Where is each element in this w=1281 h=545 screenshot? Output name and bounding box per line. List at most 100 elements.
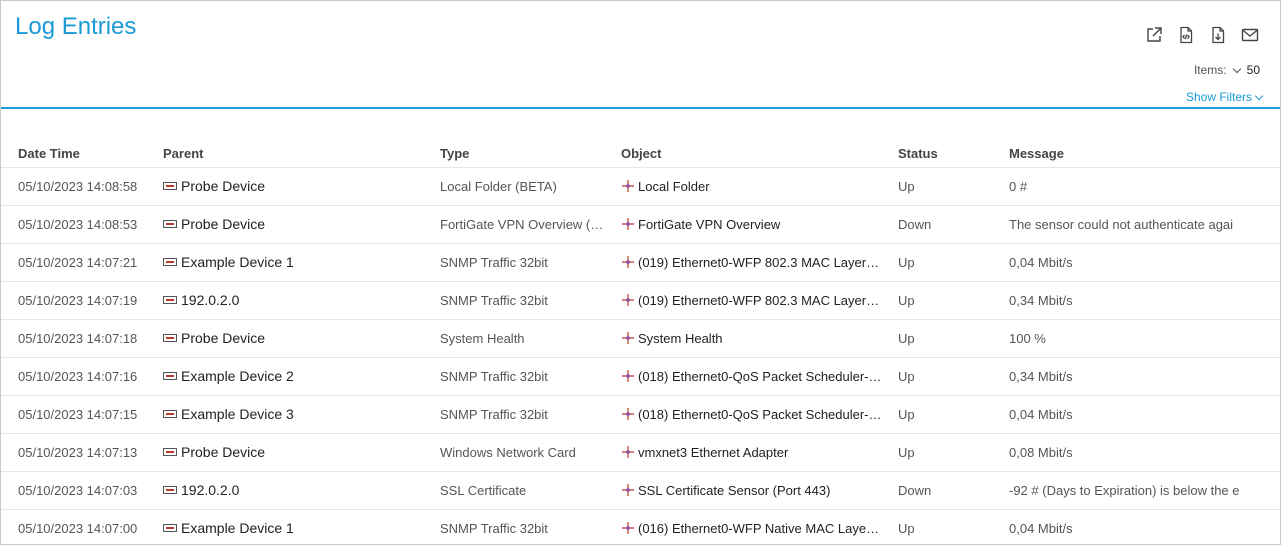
object-link[interactable]: SSL Certificate Sensor (Port 443) [638,483,830,498]
cell-object[interactable]: System Health [621,319,898,358]
parent-link[interactable]: Probe Device [181,330,265,346]
object-link[interactable]: (018) Ethernet0-QoS Packet Scheduler-… [638,369,882,384]
table-row[interactable]: 05/10/2023 14:07:13 Probe Device Windows N… [1,433,1280,472]
object-link[interactable]: (016) Ethernet0-WFP Native MAC Layer… [638,521,883,536]
cell-object[interactable]: (019) Ethernet0-WFP 802.3 MAC Layer … [621,281,898,320]
cell-message: 0,34 Mbit/s [1009,357,1280,396]
cell-object[interactable]: (018) Ethernet0-QoS Packet Scheduler-… [621,395,898,434]
sensor-icon [621,407,635,421]
device-icon [163,372,177,380]
cell-type: SNMP Traffic 32bit [440,509,621,544]
column-header-status[interactable]: Status [898,137,1009,168]
chevron-down-icon [1254,91,1264,100]
table-row[interactable]: 05/10/2023 14:07:15 Example Device 3 SNMP … [1,395,1280,434]
table-row[interactable]: 05/10/2023 14:07:19 192.0.2.0 SNMP Traffic… [1,281,1280,320]
page-title: Log Entries [15,13,137,40]
cell-parent[interactable]: Probe Device [163,433,440,472]
table-header-row: Date Time Parent Type Object Status Mess… [1,137,1280,168]
cell-status: Up [898,281,1009,320]
cell-parent[interactable]: Probe Device [163,167,440,206]
table-row[interactable]: 05/10/2023 14:07:21 Example Device 1 SNMP … [1,243,1280,282]
cell-status: Up [898,433,1009,472]
cell-object[interactable]: SSL Certificate Sensor (Port 443) [621,471,898,510]
cell-parent[interactable]: 192.0.2.0 [163,471,440,510]
cell-object[interactable]: FortiGate VPN Overview [621,205,898,244]
object-link[interactable]: vmxnet3 Ethernet Adapter [638,445,788,460]
show-filters-button[interactable]: Show Filters [1186,90,1264,104]
toolbar [1144,25,1260,45]
cell-message: 0,08 Mbit/s [1009,433,1280,472]
cell-datetime: 05/10/2023 14:07:18 [1,319,163,358]
sensor-icon [621,217,635,231]
device-icon [163,182,177,190]
parent-link[interactable]: 192.0.2.0 [181,482,239,498]
items-per-page[interactable]: Items: 50 [1194,63,1260,77]
cell-object[interactable]: Local Folder [621,167,898,206]
chevron-down-icon[interactable] [1232,64,1241,73]
parent-link[interactable]: Probe Device [181,444,265,460]
cell-status: Down [898,205,1009,244]
table-row[interactable]: 05/10/2023 14:07:16 Example Device 2 SNMP … [1,357,1280,396]
device-icon [163,258,177,266]
cell-object[interactable]: (018) Ethernet0-QoS Packet Scheduler-… [621,357,898,396]
table-row[interactable]: 05/10/2023 14:08:58 Probe Device Local Fol… [1,167,1280,206]
parent-link[interactable]: Probe Device [181,216,265,232]
column-header-datetime[interactable]: Date Time [1,137,163,168]
cell-message: 0,04 Mbit/s [1009,395,1280,434]
cell-message: 0,34 Mbit/s [1009,281,1280,320]
cell-object[interactable]: (016) Ethernet0-WFP Native MAC Layer… [621,509,898,544]
sensor-icon [621,521,635,535]
parent-link[interactable]: Example Device 3 [181,406,294,422]
cell-type: SSL Certificate [440,471,621,510]
sensor-icon [621,293,635,307]
items-value[interactable]: 50 [1247,63,1260,77]
column-header-parent[interactable]: Parent [163,137,440,168]
cell-datetime: 05/10/2023 14:07:15 [1,395,163,434]
cell-parent[interactable]: Example Device 3 [163,395,440,434]
parent-link[interactable]: Example Device 2 [181,368,294,384]
object-link[interactable]: System Health [638,331,723,346]
object-link[interactable]: (019) Ethernet0-WFP 802.3 MAC Layer … [638,293,883,308]
column-header-message[interactable]: Message [1009,137,1280,168]
cell-parent[interactable]: Example Device 1 [163,509,440,544]
table-row[interactable]: 05/10/2023 14:07:18 Probe Device System He… [1,319,1280,358]
cell-parent[interactable]: Probe Device [163,205,440,244]
cell-type: FortiGate VPN Overview (… [440,205,621,244]
object-link[interactable]: FortiGate VPN Overview [638,217,780,232]
external-link-icon[interactable] [1144,25,1164,45]
xml-export-icon[interactable] [1176,25,1196,45]
cell-type: Local Folder (BETA) [440,167,621,206]
cell-type: System Health [440,319,621,358]
mail-icon[interactable] [1240,25,1260,45]
csv-export-icon[interactable] [1208,25,1228,45]
cell-object[interactable]: vmxnet3 Ethernet Adapter [621,433,898,472]
object-link[interactable]: Local Folder [638,179,710,194]
table-row[interactable]: 05/10/2023 14:08:53 Probe Device FortiGate… [1,205,1280,244]
parent-link[interactable]: Example Device 1 [181,520,294,536]
cell-parent[interactable]: Example Device 2 [163,357,440,396]
device-icon [163,448,177,456]
column-header-type[interactable]: Type [440,137,621,168]
show-filters-label[interactable]: Show Filters [1186,90,1252,104]
column-header-object[interactable]: Object [621,137,898,168]
table-row[interactable]: 05/10/2023 14:07:00 Example Device 1 SNMP … [1,509,1280,544]
cell-object[interactable]: (019) Ethernet0-WFP 802.3 MAC Layer … [621,243,898,282]
parent-link[interactable]: Example Device 1 [181,254,294,270]
cell-status: Up [898,357,1009,396]
table-row[interactable]: 05/10/2023 14:07:03 192.0.2.0 SSL Certific… [1,471,1280,510]
cell-parent[interactable]: Example Device 1 [163,243,440,282]
object-link[interactable]: (018) Ethernet0-QoS Packet Scheduler-… [638,407,882,422]
parent-link[interactable]: Probe Device [181,178,265,194]
cell-parent[interactable]: 192.0.2.0 [163,281,440,320]
cell-datetime: 05/10/2023 14:08:58 [1,167,163,206]
cell-message: 100 % [1009,319,1280,358]
object-link[interactable]: (019) Ethernet0-WFP 802.3 MAC Layer … [638,255,883,270]
parent-link[interactable]: 192.0.2.0 [181,292,239,308]
cell-status: Down [898,471,1009,510]
cell-type: SNMP Traffic 32bit [440,281,621,320]
cell-parent[interactable]: Probe Device [163,319,440,358]
cell-status: Up [898,395,1009,434]
device-icon [163,296,177,304]
cell-status: Up [898,319,1009,358]
sensor-icon [621,331,635,345]
